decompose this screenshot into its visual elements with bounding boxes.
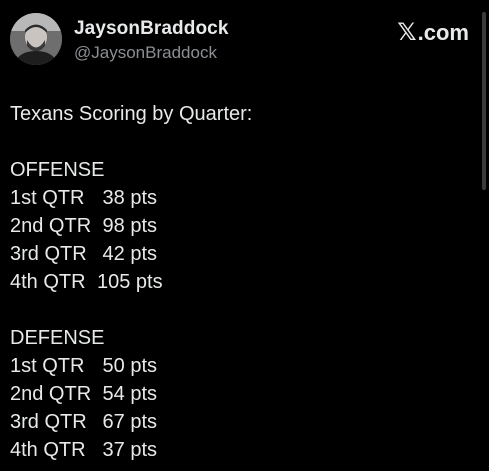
quarter-label: 1st QTR bbox=[10, 355, 85, 377]
quarter-label: 4th QTR bbox=[10, 439, 86, 461]
avatar[interactable] bbox=[10, 13, 62, 65]
offense-row: 1st QTR 38 pts bbox=[10, 184, 252, 212]
quarter-label: 1st QTR bbox=[10, 187, 85, 209]
scrollbar[interactable] bbox=[482, 12, 486, 190]
quarter-points: 105 pts bbox=[97, 271, 163, 293]
quarter-points: 37 pts bbox=[97, 439, 158, 461]
profile-photo-icon bbox=[10, 13, 62, 65]
post-title: Texans Scoring by Quarter: bbox=[10, 103, 253, 125]
quarter-label: 4th QTR bbox=[10, 271, 86, 293]
offense-row: 4th QTR 105 pts bbox=[10, 268, 252, 296]
offense-row: 3rd QTR 42 pts bbox=[10, 240, 252, 268]
quarter-points: 67 pts bbox=[97, 411, 158, 433]
quarter-label: 3rd QTR bbox=[10, 411, 87, 433]
quarter-points: 98 pts bbox=[97, 215, 158, 237]
user-handle[interactable]: @JaysonBraddock bbox=[74, 43, 217, 63]
post-text: Texans Scoring by Quarter: OFFENSE 1st Q… bbox=[10, 100, 252, 464]
quarter-points: 54 pts bbox=[97, 383, 158, 405]
offense-row: 2nd QTR 98 pts bbox=[10, 212, 252, 240]
post-card: JaysonBraddock @JaysonBraddock 𝕏 .com Te… bbox=[0, 0, 489, 471]
defense-row: 4th QTR 37 pts bbox=[10, 436, 252, 464]
defense-label: DEFENSE bbox=[10, 327, 105, 349]
brand-domain: .com bbox=[417, 19, 469, 45]
quarter-label: 2nd QTR bbox=[10, 383, 92, 405]
defense-row: 2nd QTR 54 pts bbox=[10, 380, 252, 408]
x-logo[interactable]: 𝕏 .com bbox=[397, 18, 469, 47]
quarter-points: 38 pts bbox=[97, 187, 158, 209]
defense-row: 1st QTR 50 pts bbox=[10, 352, 252, 380]
offense-label: OFFENSE bbox=[10, 159, 105, 181]
defense-row: 3rd QTR 67 pts bbox=[10, 408, 252, 436]
x-logo-icon: 𝕏 bbox=[397, 19, 417, 46]
quarter-label: 2nd QTR bbox=[10, 215, 92, 237]
display-name[interactable]: JaysonBraddock bbox=[74, 18, 229, 40]
quarter-label: 3rd QTR bbox=[10, 243, 87, 265]
quarter-points: 42 pts bbox=[97, 243, 158, 265]
quarter-points: 50 pts bbox=[97, 355, 158, 377]
